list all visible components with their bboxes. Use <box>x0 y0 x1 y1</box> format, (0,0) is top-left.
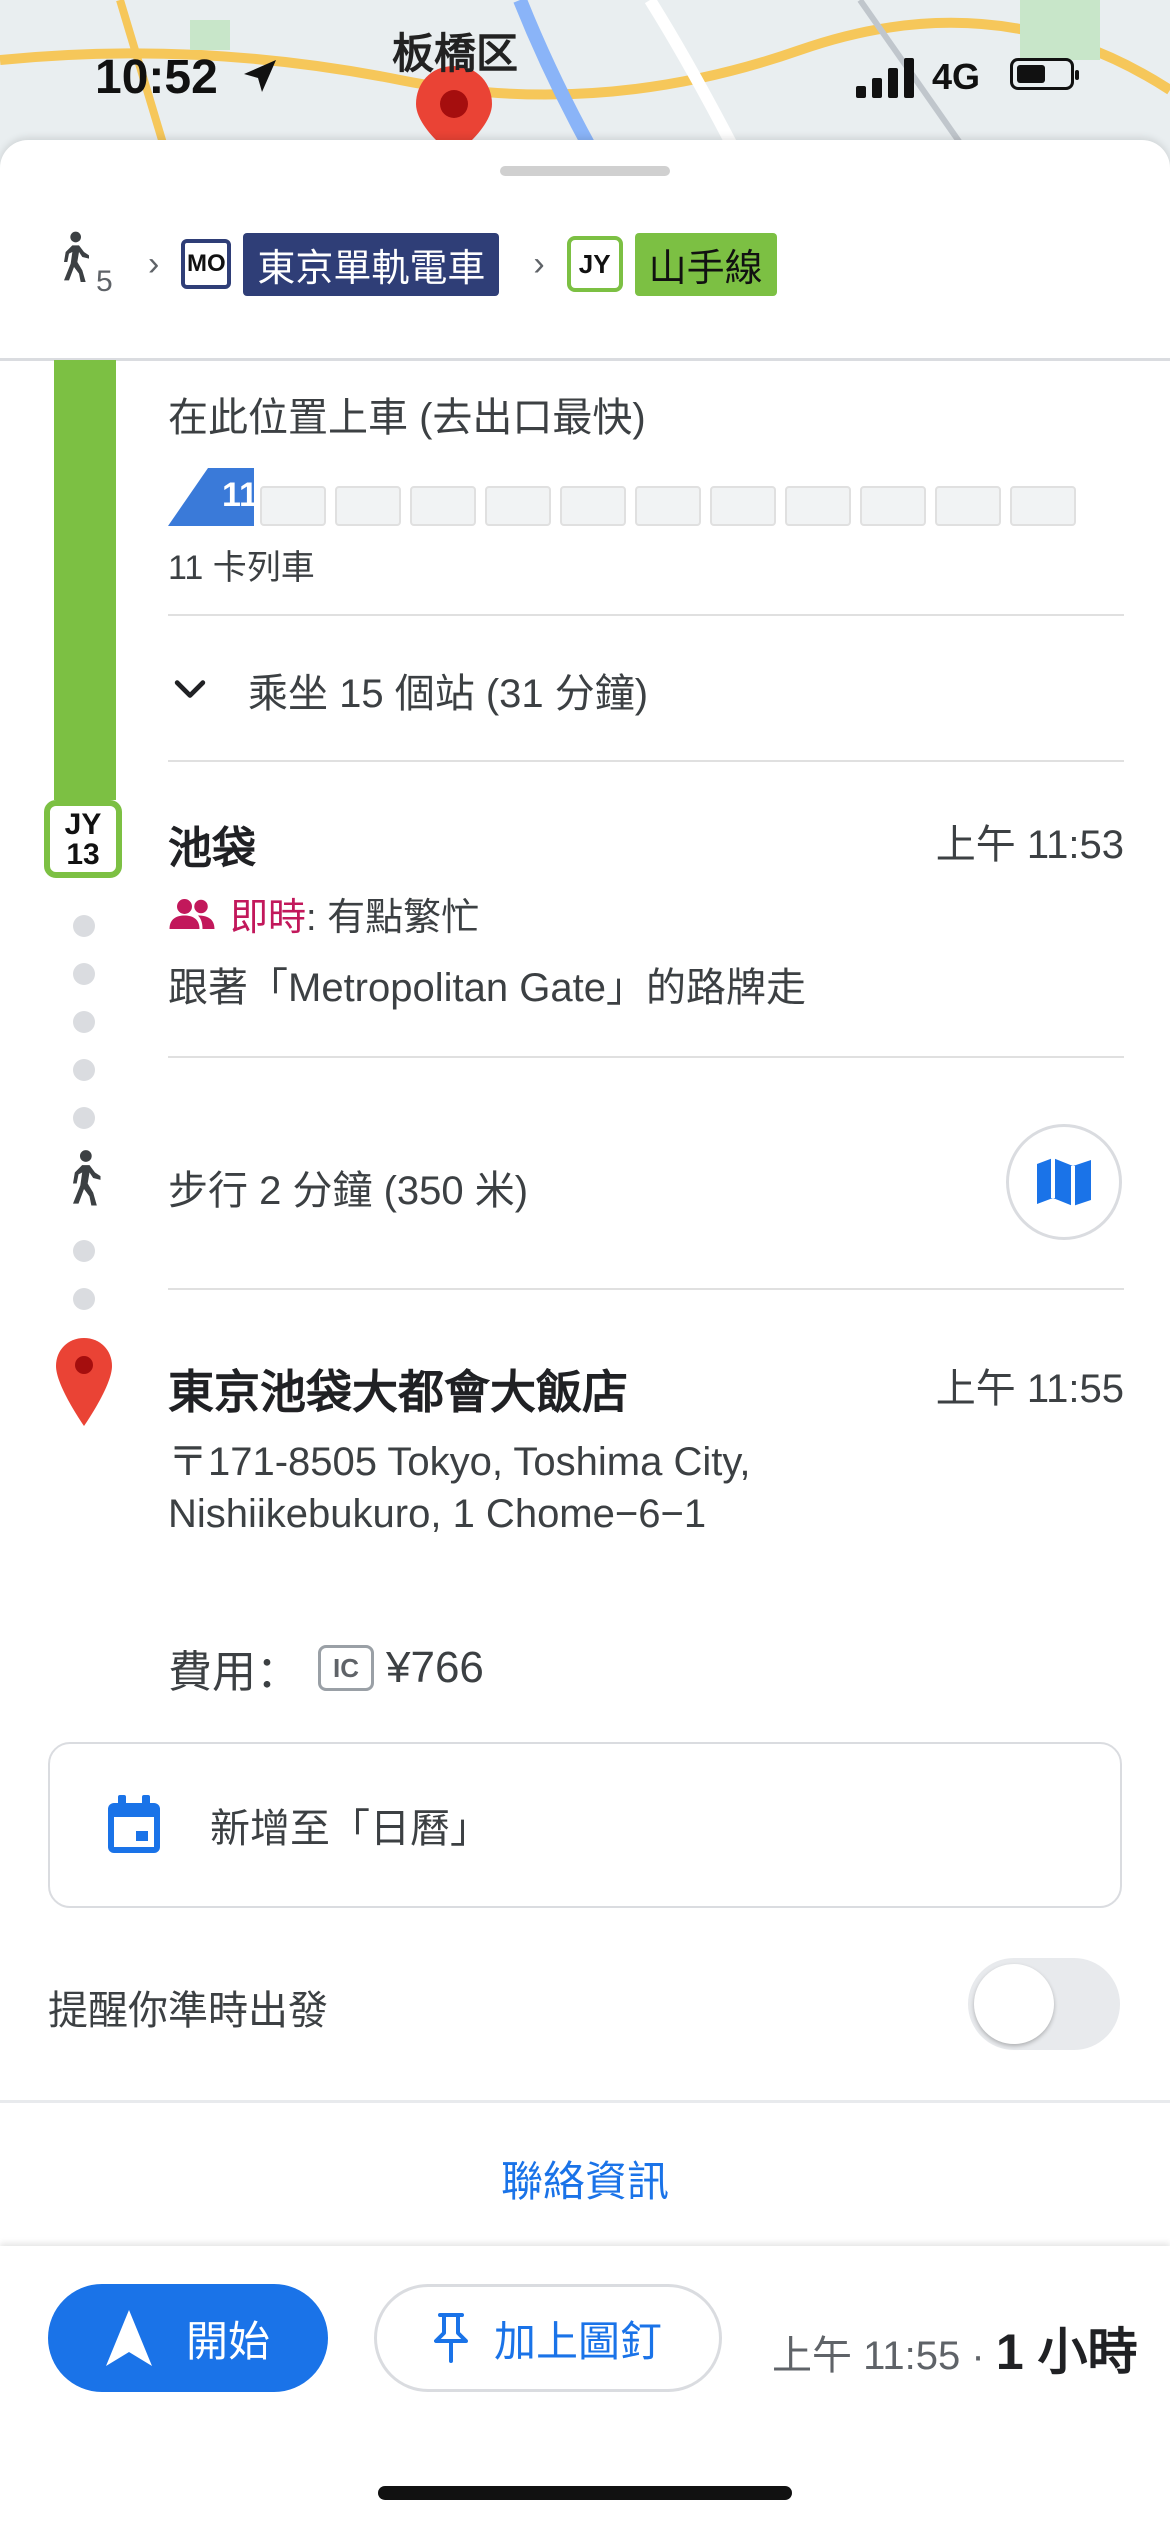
network-type: 4G <box>932 56 981 97</box>
navigation-arrow-icon <box>105 2310 152 2366</box>
station-badge-line: JY <box>64 808 102 841</box>
train-car <box>1010 486 1076 526</box>
destination-address: 〒171-8505 Tokyo, Toshima City, Nishiikeb… <box>168 1436 1028 1540</box>
route-summary[interactable]: 5 › MO 東京單軌電車 › JY 山手線 <box>54 224 777 304</box>
divider <box>168 1288 1124 1290</box>
fare-amount: ¥766 <box>386 1643 484 1692</box>
calendar-icon <box>108 1795 160 1853</box>
crowd-live-label: 即時 <box>230 897 307 939</box>
train-cars-label: 11 卡列車 <box>168 549 315 587</box>
train-car <box>785 486 851 526</box>
expand-stops-row[interactable]: 乘坐 15 個站 (31 分鐘) <box>168 655 648 725</box>
add-to-calendar-label: 新增至「日曆」 <box>210 1807 490 1851</box>
home-indicator[interactable] <box>378 2486 792 2500</box>
walk-icon <box>64 231 89 282</box>
address-line: 〒171-8505 Tokyo, Toshima City, <box>168 1440 751 1484</box>
station-badge-jy13: JY 13 <box>44 800 122 878</box>
boarding-instruction: 在此位置上車 (去出口最快) <box>168 396 646 440</box>
chevron-right-icon: › <box>148 244 160 283</box>
divider <box>168 1056 1124 1058</box>
train-car <box>485 486 551 526</box>
walk-instruction: 步行 2 分鐘 (350 米) <box>168 1169 529 1213</box>
chevron-right-icon: › <box>533 244 545 283</box>
ic-card-icon: IC <box>318 1645 374 1691</box>
train-car <box>635 486 701 526</box>
reminder-label: 提醒你準時出發 <box>48 1989 328 2033</box>
station-name: 池袋 <box>168 824 256 873</box>
monorail-badge: MO <box>181 239 232 289</box>
divider <box>0 2100 1170 2103</box>
toggle-knob <box>974 1964 1054 2044</box>
ride-summary: 乘坐 15 個站 (31 分鐘) <box>248 672 649 716</box>
divider <box>0 358 1170 361</box>
walk-icon <box>73 1150 101 1206</box>
timeline-dot <box>73 915 95 937</box>
train-car <box>710 486 776 526</box>
fare-label: 費用： <box>168 1648 300 1697</box>
address-line: Nishiikebukuro, 1 Chome−6−1 <box>168 1492 707 1536</box>
train-car <box>335 486 401 526</box>
signal-strength-icon <box>856 58 914 98</box>
walk-step: 5 <box>54 229 114 299</box>
train-car <box>410 486 476 526</box>
pin-icon <box>433 2313 468 2363</box>
start-navigation-button[interactable]: 開始 <box>48 2284 328 2392</box>
train-car <box>860 486 926 526</box>
destination-arrival-time: 上午 11:55 <box>935 1367 1124 1411</box>
signage-instruction: 跟著「Metropolitan Gate」的路牌走 <box>168 966 806 1010</box>
monorail-line-name: 東京單軌電車 <box>243 232 500 296</box>
station-badge-number: 13 <box>66 838 100 871</box>
station-arrival-time: 上午 11:53 <box>935 823 1124 867</box>
crowd-status: : 有點繁忙 <box>306 897 480 939</box>
walk-map-button[interactable] <box>1006 1124 1122 1240</box>
sheet-drag-handle[interactable] <box>500 166 670 176</box>
location-arrow-icon <box>244 60 276 92</box>
destination-name: 東京池袋大都會大飯店 <box>168 1366 628 1418</box>
timeline-dot <box>73 963 95 985</box>
crowd-info: 即時 : 有點繁忙 <box>168 886 479 941</box>
divider <box>168 614 1124 616</box>
timeline-dot <box>73 1288 95 1310</box>
trip-summary: 上午 11:55 · 1 小時 <box>772 2312 1138 2384</box>
walk-minutes: 5 <box>96 265 113 298</box>
divider <box>168 760 1124 762</box>
yamanote-line-name: 山手線 <box>634 232 777 296</box>
train-car <box>935 486 1001 526</box>
district-label: 板橋区 <box>392 30 519 77</box>
reminder-toggle[interactable] <box>968 1958 1120 2050</box>
timeline-dot <box>73 1107 95 1129</box>
destination-pin-icon <box>56 1338 112 1426</box>
timeline-dot <box>73 1059 95 1081</box>
add-pin-label: 加上圖釘 <box>493 2317 662 2365</box>
battery-icon <box>1010 58 1079 90</box>
yamanote-route-bar <box>54 360 116 800</box>
yamanote-badge: JY <box>566 236 623 292</box>
front-car-number: 11 <box>222 476 258 514</box>
add-to-calendar-button[interactable]: 新增至「日曆」 <box>48 1742 1122 1908</box>
arrival-time: 上午 11:55 · <box>772 2334 985 2378</box>
map-icon <box>1037 1158 1091 1206</box>
train-car <box>260 486 326 526</box>
trip-duration: 1 小時 <box>995 2324 1138 2380</box>
add-pin-button[interactable]: 加上圖釘 <box>374 2284 722 2392</box>
contact-info-link[interactable]: 聯絡資訊 <box>0 2148 1170 2209</box>
chevron-down-icon <box>174 680 206 698</box>
fare-row: 費用： IC ¥766 <box>168 1638 484 1698</box>
people-icon <box>169 898 215 929</box>
timeline-dot <box>73 1011 95 1033</box>
train-car <box>560 486 626 526</box>
timeline-dot <box>73 1240 95 1262</box>
status-bar: 板橋区 10:52 4G <box>0 30 1170 114</box>
status-time: 10:52 <box>95 51 218 104</box>
start-label: 開始 <box>185 2317 270 2365</box>
